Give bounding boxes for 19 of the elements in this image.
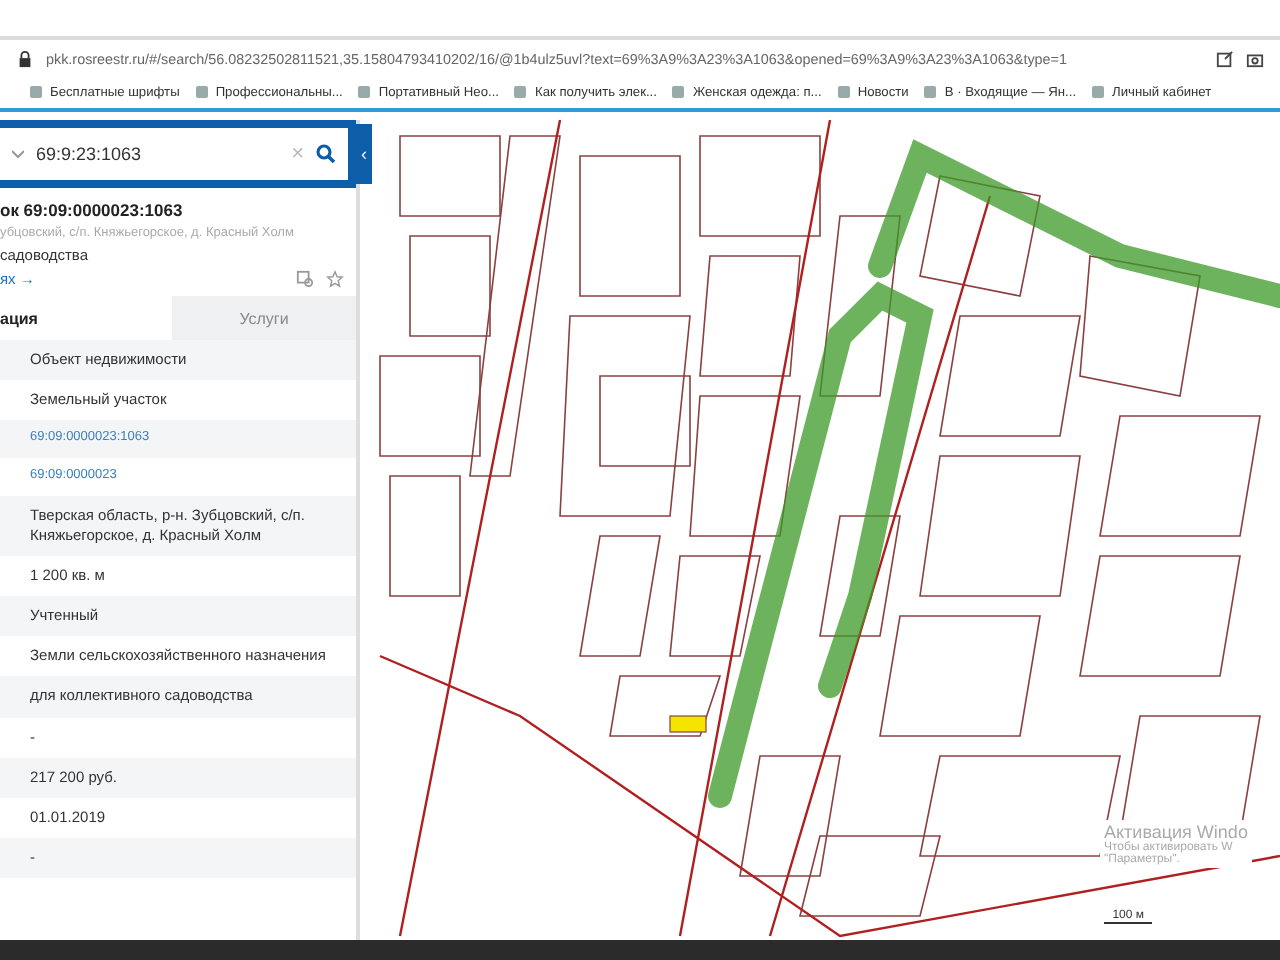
lock-icon [16,49,34,67]
bookmark-icon [193,84,210,100]
bookmark-icon [835,84,852,100]
bookmark-icon [512,84,529,100]
bookmark-icon [670,84,687,100]
bookmark-icon [28,84,44,100]
bookmark-icon [922,84,939,100]
caret-icon [12,148,24,160]
bookmark-icon [356,84,373,100]
star-icon[interactable] [326,270,344,288]
zoom-to-icon[interactable] [296,270,314,288]
camera-icon[interactable] [1246,49,1264,67]
search-field[interactable]: 69:9:23:1063 × [0,128,348,180]
object-title: ок 69:09:0000023:1063 [0,200,185,220]
collapse-button[interactable]: ‹ [356,124,372,184]
search-icon[interactable] [316,144,336,164]
bookmark-icon [1090,84,1107,100]
share-icon[interactable] [1216,49,1234,67]
activation-title: Активация Windo [1104,822,1248,842]
